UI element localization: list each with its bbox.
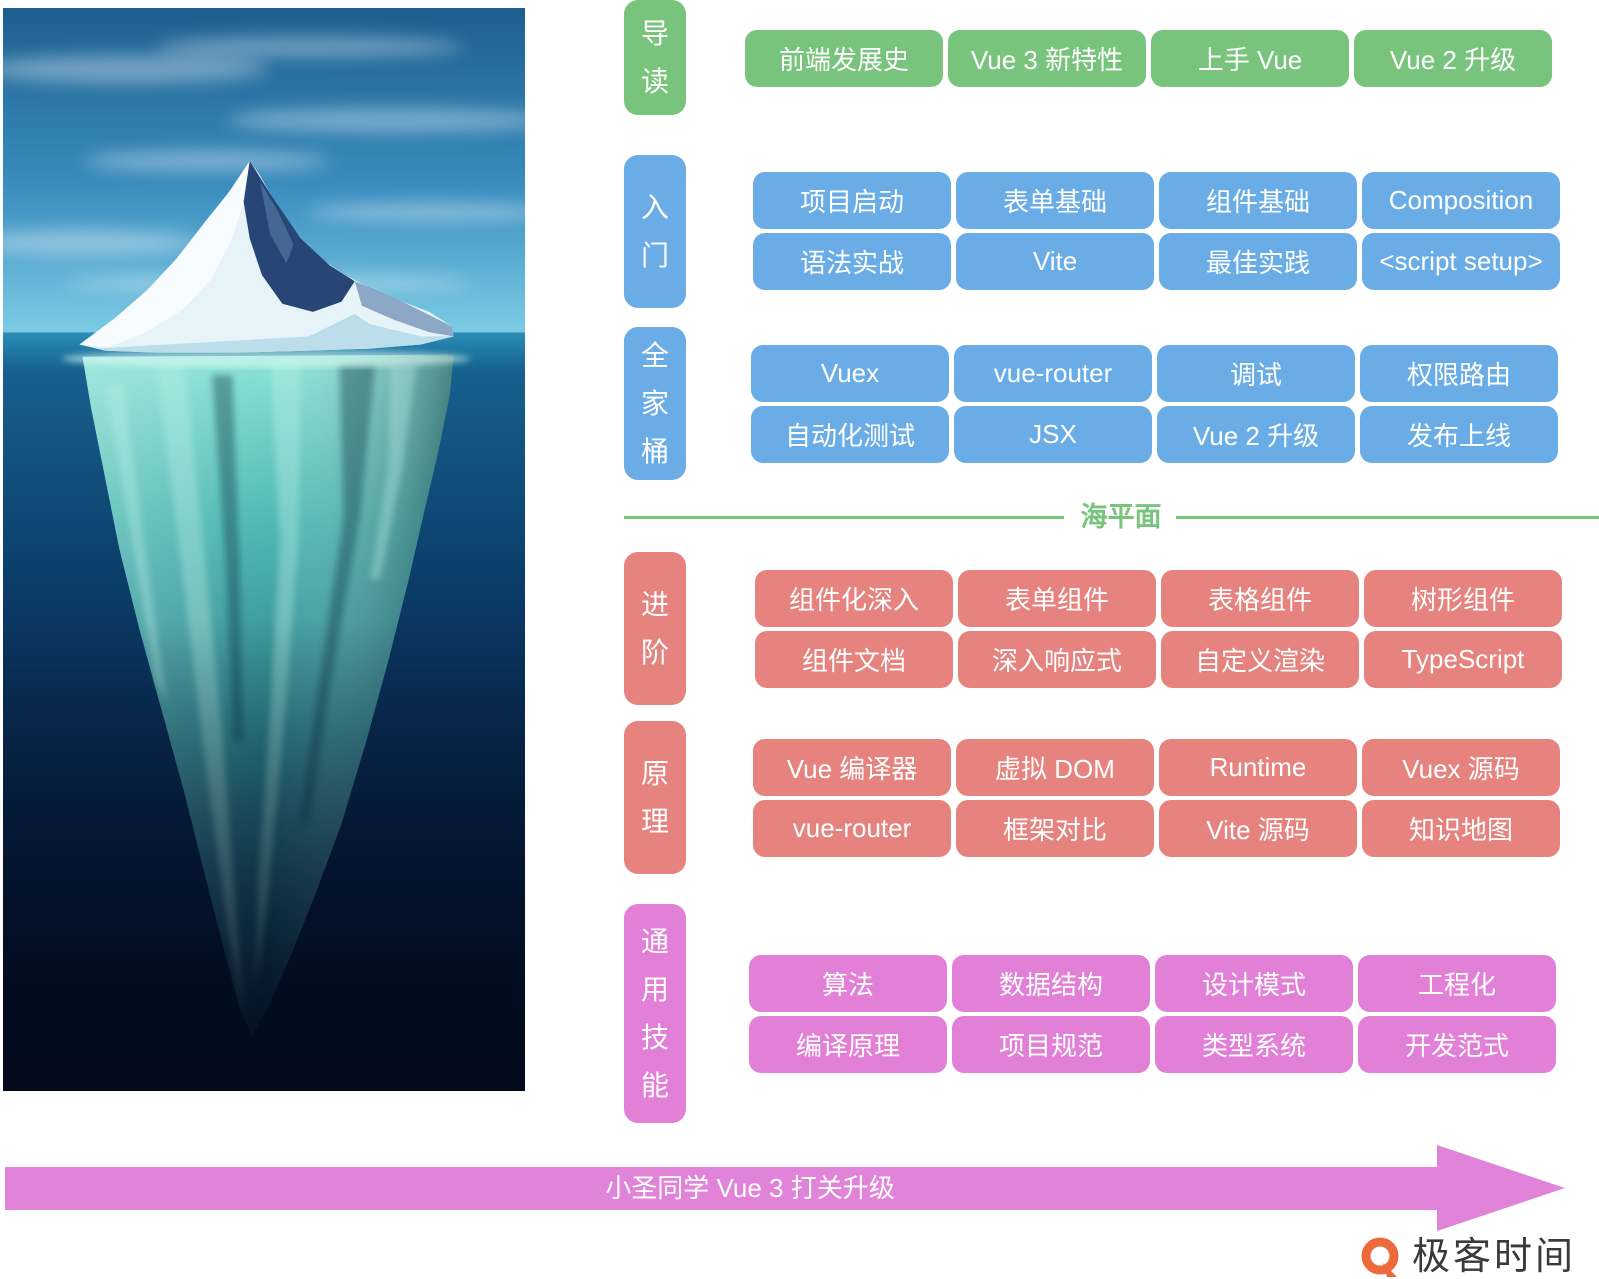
section-label-pill: 全家桶	[624, 327, 686, 480]
topic-chip: Vue 2 升级	[1157, 406, 1355, 463]
topic-chip: 类型系统	[1155, 1016, 1353, 1073]
topic-grid: Vue 编译器 虚拟 DOM Runtime Vuex 源码 vue-route…	[753, 739, 1560, 857]
topic-chip: 上手 Vue	[1151, 30, 1349, 87]
topic-chip: Runtime	[1159, 739, 1357, 796]
topic-chip: 数据结构	[952, 955, 1150, 1012]
topic-chip: 表格组件	[1161, 570, 1359, 627]
topic-chip: 项目启动	[753, 172, 951, 229]
topic-chip: Vuex 源码	[1362, 739, 1560, 796]
progress-arrow-label: 小圣同学 Vue 3 打关升级	[605, 1173, 895, 1203]
topic-chip: 算法	[749, 955, 947, 1012]
section-label: 进阶	[640, 588, 669, 668]
topic-chip: 编译原理	[749, 1016, 947, 1073]
topic-chip: 自动化测试	[751, 406, 949, 463]
topic-chip: 表单基础	[956, 172, 1154, 229]
iceberg-roadmap-diagram: 导读 前端发展史 Vue 3 新特性 上手 Vue Vue 2 升级 入门 项目…	[0, 0, 1599, 1279]
topic-chip: 自定义渲染	[1161, 631, 1359, 688]
sea-level-label: 海平面	[1080, 502, 1162, 532]
sea-level-line-right	[1176, 516, 1599, 519]
geektime-logo: 极客时间	[1360, 1236, 1576, 1278]
topic-chip: 框架对比	[956, 800, 1154, 857]
topic-chip: Vite 源码	[1159, 800, 1357, 857]
topic-chip: Composition	[1362, 172, 1560, 229]
topic-chip: 开发范式	[1358, 1016, 1556, 1073]
topic-grid: 前端发展史 Vue 3 新特性 上手 Vue Vue 2 升级	[745, 30, 1552, 87]
topic-chip: 工程化	[1358, 955, 1556, 1012]
section-label: 入门	[640, 191, 669, 271]
section-label-pill: 入门	[624, 155, 686, 308]
topic-grid: 组件化深入 表单组件 表格组件 树形组件 组件文档 深入响应式 自定义渲染 Ty…	[755, 570, 1562, 688]
topic-chip: Vuex	[751, 345, 949, 402]
topic-grid: 算法 数据结构 设计模式 工程化 编译原理 项目规范 类型系统 开发范式	[749, 955, 1556, 1073]
topic-chip: 设计模式	[1155, 955, 1353, 1012]
section-label-pill: 通用技能	[624, 904, 686, 1123]
section-label-pill: 进阶	[624, 552, 686, 705]
topic-chip: vue-router	[954, 345, 1152, 402]
topic-chip: Vite	[956, 233, 1154, 290]
topic-chip: vue-router	[753, 800, 951, 857]
topic-chip: 组件基础	[1159, 172, 1357, 229]
topic-chip: Vue 编译器	[753, 739, 951, 796]
sea-level-line-left	[624, 516, 1064, 519]
topic-chip: 深入响应式	[958, 631, 1156, 688]
geektime-logo-icon	[1361, 1237, 1399, 1277]
geektime-logo-text: 极客时间	[1412, 1236, 1577, 1278]
section-label: 全家桶	[640, 339, 669, 467]
topic-chip: 最佳实践	[1159, 233, 1357, 290]
topic-chip: 知识地图	[1362, 800, 1560, 857]
section-label: 导读	[640, 17, 669, 97]
section-label-pill: 原理	[624, 721, 686, 874]
topic-chip: 组件化深入	[755, 570, 953, 627]
topic-chip: 权限路由	[1360, 345, 1558, 402]
topic-grid: Vuex vue-router 调试 权限路由 自动化测试 JSX Vue 2 …	[751, 345, 1558, 463]
topic-chip: JSX	[954, 406, 1152, 463]
topic-chip: <script setup>	[1362, 233, 1560, 290]
topic-chip: 表单组件	[958, 570, 1156, 627]
topic-chip: 组件文档	[755, 631, 953, 688]
section-label: 原理	[640, 757, 669, 837]
section-label: 通用技能	[640, 925, 669, 1101]
section-label-pill: 导读	[624, 0, 686, 115]
topic-chip: Vue 2 升级	[1354, 30, 1552, 87]
topic-chip: 前端发展史	[745, 30, 943, 87]
topic-chip: 虚拟 DOM	[956, 739, 1154, 796]
iceberg-image	[3, 8, 525, 1091]
topic-chip: 树形组件	[1364, 570, 1562, 627]
topic-chip: 项目规范	[952, 1016, 1150, 1073]
topic-chip: Vue 3 新特性	[948, 30, 1146, 87]
topic-chip: 调试	[1157, 345, 1355, 402]
topic-chip: 语法实战	[753, 233, 951, 290]
topic-chip: TypeScript	[1364, 631, 1562, 688]
topic-chip: 发布上线	[1360, 406, 1558, 463]
topic-grid: 项目启动 表单基础 组件基础 Composition 语法实战 Vite 最佳实…	[753, 172, 1560, 290]
